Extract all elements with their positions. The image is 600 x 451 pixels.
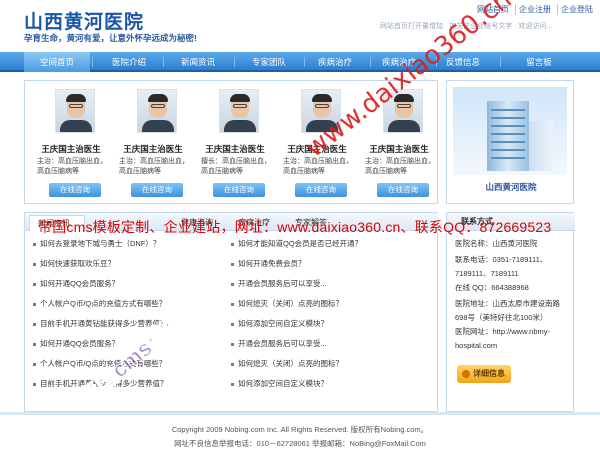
news-item[interactable]: 开通会员服务后可以享受... bbox=[231, 337, 327, 351]
nav-item-experts[interactable]: 专家团队 bbox=[236, 52, 302, 72]
news-item[interactable]: 如何开通QQ会员服务？ bbox=[33, 337, 119, 351]
nav-item-about[interactable]: 医院介绍 bbox=[96, 52, 162, 72]
nav-divider bbox=[234, 57, 235, 67]
contact-panel: 联系方式 医院名称：山西黄河医院 联系电话：0351-7189111、71891… bbox=[446, 212, 575, 412]
contact-phone: 联系电话：0351-7189111、7189111、7189111 bbox=[455, 255, 548, 278]
contact-qq[interactable]: 在线 QQ：664388968 bbox=[455, 281, 571, 295]
news-item[interactable]: 如何添加空间自定义模块？ bbox=[231, 317, 328, 331]
doctor-name[interactable]: 王庆国主治医生 bbox=[359, 143, 439, 155]
consult-button[interactable]: 在线咨询 bbox=[295, 183, 347, 197]
doctor-photo[interactable] bbox=[219, 89, 259, 133]
top-link-register[interactable]: 企业注册 bbox=[515, 4, 554, 15]
detail-button-label: 详细信息 bbox=[473, 369, 505, 378]
contact-hospital-name: 医院名称：山西黄河医院 bbox=[455, 239, 538, 248]
site-slogan: 孕育生命，黄河有爱，让意外怀孕远成为秘密! bbox=[24, 33, 197, 43]
nav-divider bbox=[92, 57, 93, 67]
site-logo[interactable]: 山西黄河医院 bbox=[24, 7, 144, 34]
top-link-login[interactable]: 企业登陆 bbox=[557, 4, 596, 15]
detail-button[interactable]: 详细信息 bbox=[457, 365, 511, 383]
contact-website[interactable]: 医院网址：http://www.nbmy-hospital.com bbox=[455, 325, 571, 353]
nav-divider bbox=[163, 57, 164, 67]
doctor-photo[interactable] bbox=[55, 89, 95, 133]
news-item[interactable]: 如何熄灭（关闭）点亮的图标？ bbox=[231, 297, 343, 311]
news-item[interactable]: 如何添加空间自定义模块？ bbox=[231, 377, 328, 391]
doctor-desc: 主治：高血压脑出血，高血压脑病等 bbox=[119, 158, 189, 175]
consult-button[interactable]: 在线咨询 bbox=[377, 183, 429, 197]
doctor-desc: 主治：高血压脑出血，高血压脑病等 bbox=[365, 158, 435, 175]
news-item[interactable]: 个人帐户Q币/Q点的充值方式有哪些？ bbox=[33, 297, 166, 311]
doctor-name[interactable]: 王庆国主治医生 bbox=[113, 143, 193, 155]
doctor-name[interactable]: 王庆国主治医生 bbox=[31, 143, 111, 155]
main-nav: 空间首页 医院介绍 新闻资讯 专家团队 疾病治疗 疾病治疗 反馈信息 留言板 bbox=[0, 52, 600, 72]
doctor-photo[interactable] bbox=[137, 89, 177, 133]
footer-copyright: Copyright 2009 Nobing.com Inc. All Right… bbox=[171, 425, 429, 434]
doctor-name[interactable]: 王庆国主治医生 bbox=[195, 143, 275, 155]
arrow-right-icon bbox=[462, 370, 470, 378]
nav-item-home[interactable]: 空间首页 bbox=[24, 52, 90, 72]
nav-item-guestbook[interactable]: 留言板 bbox=[506, 52, 572, 72]
consult-button[interactable]: 在线咨询 bbox=[49, 183, 101, 197]
nav-divider bbox=[500, 57, 501, 67]
doctor-desc: 擅长：高血压脑出血，高血压脑病等 bbox=[201, 158, 271, 175]
watermark-banner: 帝国cms模板定制、企业建站，网址：www.daixiao360.cn、联系QQ… bbox=[38, 219, 552, 235]
nav-item-treatment[interactable]: 疾病治疗 bbox=[302, 52, 368, 72]
hospital-building-image[interactable] bbox=[453, 87, 567, 175]
consult-button[interactable]: 在线咨询 bbox=[213, 183, 265, 197]
news-item[interactable]: 如何快速获取欢乐豆？ bbox=[33, 257, 115, 271]
news-item[interactable]: 如何才能知道QQ会员是否已经开通？ bbox=[231, 237, 362, 251]
news-item[interactable]: 如何去登录地下城与勇士（DNF）？ bbox=[33, 237, 160, 251]
nav-item-news[interactable]: 新闻资讯 bbox=[165, 52, 231, 72]
contact-address: 医院地址：山西太原市建设南路698号（美特好往北100米） bbox=[455, 299, 560, 322]
consult-button[interactable]: 在线咨询 bbox=[131, 183, 183, 197]
news-item[interactable]: 如何开通免费会员？ bbox=[231, 257, 306, 271]
news-item[interactable]: 如何开通QQ会员服务？ bbox=[33, 277, 119, 291]
news-item[interactable]: 开通会员服务后可以享受... bbox=[231, 277, 327, 291]
hospital-name[interactable]: 山西黄河医院 bbox=[447, 181, 575, 193]
hospital-panel: 山西黄河医院 bbox=[446, 80, 574, 204]
doctor-desc: 主治：高血压脑出血，高血压脑病等 bbox=[37, 158, 107, 175]
news-item[interactable]: 如何熄灭（关闭）点亮的图标？ bbox=[231, 357, 343, 371]
footer-report: 网址不良信息举报电话：010－62728061 举报邮箱：NoBing@FoxM… bbox=[174, 439, 426, 448]
